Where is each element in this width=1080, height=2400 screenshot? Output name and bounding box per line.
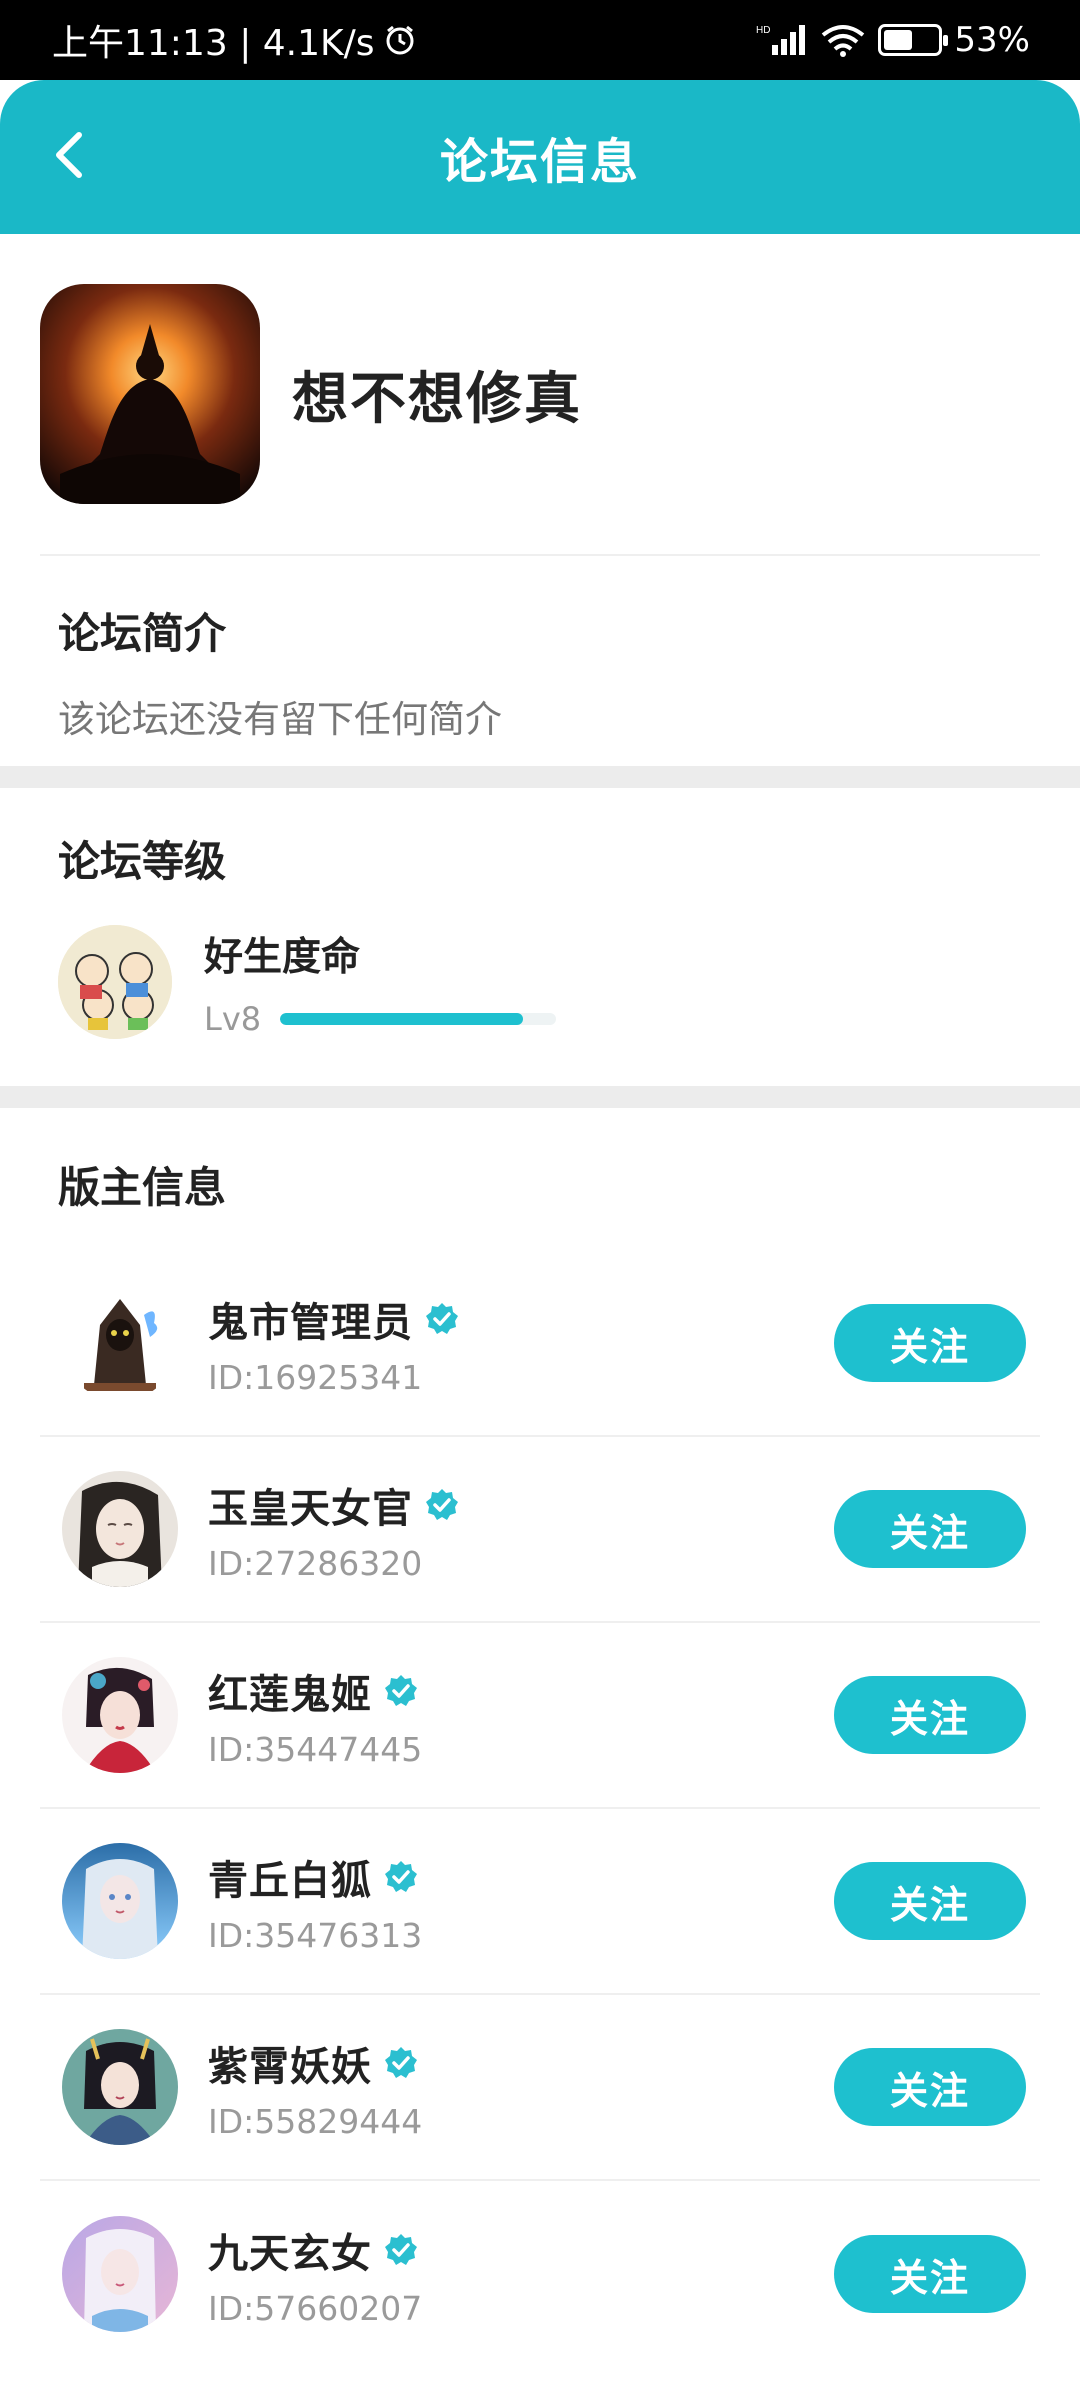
section-separator	[0, 1086, 1080, 1108]
level-progress-fill	[280, 1013, 523, 1025]
moderator-item[interactable]: 玉皇天女官 ID:27286320 关注	[40, 1437, 1040, 1623]
moderator-id: ID:55829444	[208, 2101, 423, 2141]
moderator-name-row: 紫霄妖妖	[208, 2034, 834, 2092]
follow-button[interactable]: 关注	[834, 1304, 1026, 1382]
verified-icon	[385, 2046, 417, 2078]
level-section: 论坛等级 好生度命 Lv8	[0, 788, 1080, 1086]
avatar[interactable]	[62, 2029, 178, 2145]
svg-text:HD: HD	[756, 25, 770, 36]
moderator-name: 青丘白狐	[208, 1857, 372, 1904]
battery-icon	[878, 24, 949, 56]
status-right: HD 53%	[756, 20, 1030, 60]
level-line: Lv8	[204, 1000, 556, 1038]
moderator-info: 青丘白狐 ID:35476313	[208, 1848, 834, 1955]
moderator-info: 鬼市管理员 ID:16925341	[208, 1290, 834, 1397]
avatar[interactable]	[62, 1657, 178, 1773]
verified-icon	[385, 2233, 417, 2265]
verified-icon	[426, 1488, 458, 1520]
forum-header: 想不想修真	[0, 234, 1080, 554]
moderator-name-row: 红莲鬼姬	[208, 1662, 834, 1720]
moderator-section: 版主信息	[0, 1108, 1080, 1215]
moderator-id: ID:57660207	[208, 2288, 423, 2328]
intro-title: 论坛简介	[58, 609, 227, 658]
moderator-item[interactable]: 鬼市管理员 ID:16925341 关注	[40, 1251, 1040, 1437]
avatar[interactable]	[62, 2216, 178, 2332]
moderator-info: 玉皇天女官 ID:27286320	[208, 1476, 834, 1583]
moderator-id: ID:16925341	[208, 1357, 423, 1397]
section-separator	[0, 766, 1080, 788]
follow-button[interactable]: 关注	[834, 1490, 1026, 1568]
level-avatar	[58, 925, 172, 1039]
level-title: 论坛等级	[58, 837, 227, 886]
avatar[interactable]	[62, 1285, 178, 1401]
moderator-item[interactable]: 红莲鬼姬 ID:35447445 关注	[40, 1623, 1040, 1809]
battery-percent: 53%	[954, 20, 1030, 60]
level-info: 好生度命 Lv8	[204, 926, 556, 1038]
moderator-title: 版主信息	[58, 1163, 227, 1212]
moderator-info: 紫霄妖妖 ID:55829444	[208, 2034, 834, 2141]
alarm-icon	[386, 25, 414, 55]
forum-avatar	[40, 284, 260, 504]
follow-button[interactable]: 关注	[834, 2235, 1026, 2313]
level-progress	[280, 1013, 556, 1025]
app-panel: 论坛信息 想不想修真 论坛简介 该论坛还没有留下任何简介 论坛等级 好生度命 L…	[0, 80, 1080, 2400]
intro-text: 该论坛还没有留下任何简介	[58, 698, 502, 741]
moderator-item[interactable]: 九天玄女 ID:57660207 关注	[40, 2181, 1040, 2367]
moderator-name: 九天玄女	[208, 2230, 372, 2277]
top-bar: 论坛信息	[0, 80, 1080, 234]
level-badge: Lv8	[204, 1000, 262, 1038]
status-time: 上午11:13 | 4.1K/s	[52, 23, 375, 64]
back-button[interactable]	[34, 120, 104, 190]
wifi-icon	[822, 25, 865, 57]
moderator-name: 紫霄妖妖	[208, 2043, 372, 2090]
moderator-name: 玉皇天女官	[208, 1485, 413, 1532]
moderator-name-row: 青丘白狐	[208, 1848, 834, 1906]
follow-button[interactable]: 关注	[834, 1862, 1026, 1940]
moderator-id: ID:35447445	[208, 1729, 423, 1769]
moderator-name: 鬼市管理员	[208, 1299, 413, 1346]
moderator-name: 红莲鬼姬	[208, 1671, 372, 1718]
status-bar: 上午11:13 | 4.1K/s HD 53%	[0, 0, 1080, 80]
verified-icon	[385, 1860, 417, 1892]
verified-icon	[426, 1302, 458, 1334]
moderator-id: ID:27286320	[208, 1543, 423, 1583]
forum-name: 想不想修真	[292, 366, 582, 432]
follow-button[interactable]: 关注	[834, 2048, 1026, 2126]
moderator-info: 红莲鬼姬 ID:35447445	[208, 1662, 834, 1769]
moderator-list: 鬼市管理员 ID:16925341 关注 玉皇天女官 ID:27286320 关…	[0, 1251, 1080, 2367]
moderator-item[interactable]: 青丘白狐 ID:35476313 关注	[40, 1809, 1040, 1995]
level-name: 好生度命	[204, 935, 361, 980]
page-title: 论坛信息	[439, 134, 640, 190]
chevron-left-icon	[56, 132, 82, 178]
signal-icon: HD	[756, 25, 806, 55]
verified-icon	[385, 1674, 417, 1706]
moderator-info: 九天玄女 ID:57660207	[208, 2221, 834, 2328]
avatar[interactable]	[62, 1471, 178, 1587]
avatar[interactable]	[62, 1843, 178, 1959]
follow-button[interactable]: 关注	[834, 1676, 1026, 1754]
level-row: 好生度命 Lv8	[58, 925, 1022, 1039]
intro-section: 论坛简介 该论坛还没有留下任何简介	[0, 556, 1080, 766]
moderator-id: ID:35476313	[208, 1915, 423, 1955]
moderator-name-row: 九天玄女	[208, 2221, 834, 2279]
moderator-name-row: 鬼市管理员	[208, 1290, 834, 1348]
moderator-item[interactable]: 紫霄妖妖 ID:55829444 关注	[40, 1995, 1040, 2181]
moderator-name-row: 玉皇天女官	[208, 1476, 834, 1534]
status-left: 上午11:13 | 4.1K/s	[52, 14, 417, 66]
